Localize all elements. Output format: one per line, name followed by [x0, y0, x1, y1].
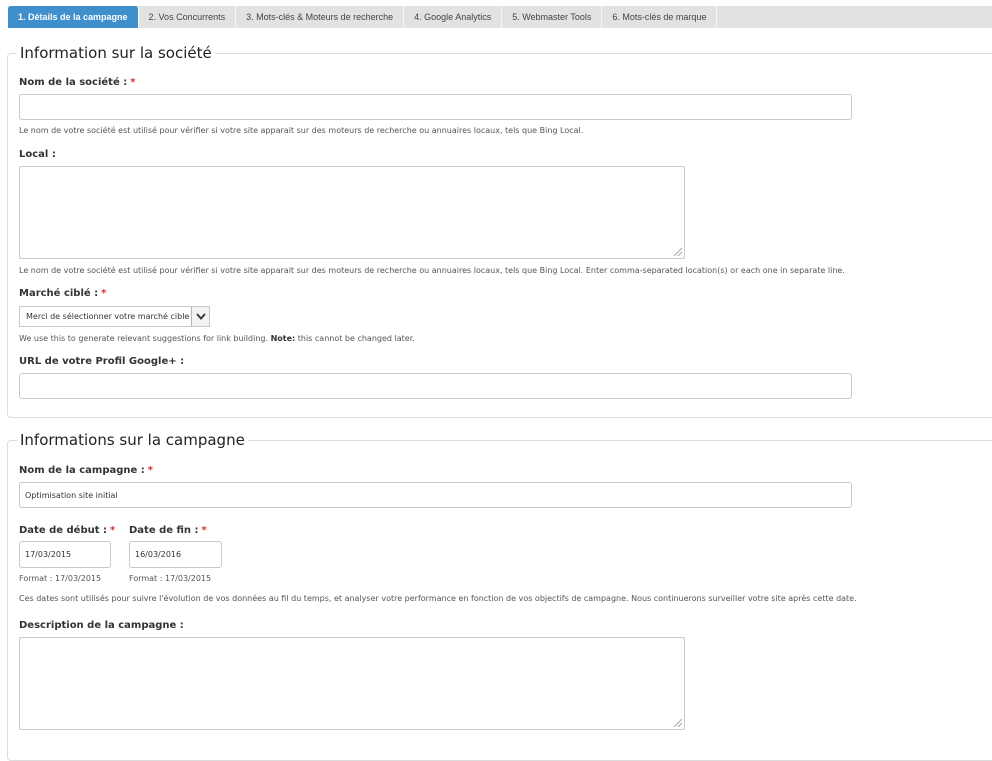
required-marker: * — [201, 525, 207, 536]
google-plus-url-input[interactable] — [19, 373, 852, 399]
required-marker: * — [101, 288, 107, 299]
local-textarea[interactable] — [19, 166, 685, 259]
tab-brand-keywords[interactable]: 6. Mots-clés de marque — [602, 6, 718, 28]
start-date-input[interactable]: 17/03/2015 — [19, 541, 111, 568]
select-toggle[interactable] — [191, 307, 209, 326]
dates-help: Ces dates sont utilisés pour suivre l'év… — [19, 594, 857, 603]
google-plus-label: URL de votre Profil Google+ : — [19, 356, 185, 367]
chevron-down-icon — [195, 313, 206, 320]
resize-grip-icon[interactable] — [674, 719, 682, 727]
market-label: Marché ciblé : * — [19, 288, 107, 299]
market-select-value: Merci de sélectionner votre marché cible — [26, 312, 190, 321]
end-date-format: Format : 17/03/2015 — [129, 574, 212, 583]
campaign-description-textarea[interactable] — [19, 637, 685, 730]
tab-competitors[interactable]: 2. Vos Concurrents — [139, 6, 237, 28]
local-label: Local : — [19, 149, 56, 160]
market-help: We use this to generate relevant suggest… — [19, 334, 415, 343]
campaign-description-label: Description de la campagne : — [19, 620, 184, 631]
local-help: Le nom de votre société est utilisé pour… — [19, 266, 845, 275]
tab-keywords-search-engines[interactable]: 3. Mots-clés & Moteurs de recherche — [236, 6, 405, 28]
required-marker: * — [147, 465, 153, 476]
company-name-label: Nom de la société : * — [19, 77, 136, 88]
tab-campaign-details[interactable]: 1. Détails de la campagne — [8, 6, 139, 28]
campaign-section-title: Informations sur la campagne — [20, 431, 245, 449]
required-marker: * — [130, 77, 136, 88]
start-date-label: Date de début : * — [19, 525, 116, 536]
market-select[interactable]: Merci de sélectionner votre marché cible — [19, 306, 210, 327]
end-date-label: Date de fin : * — [129, 525, 207, 536]
company-name-input[interactable] — [19, 94, 852, 120]
tab-google-analytics[interactable]: 4. Google Analytics — [404, 6, 503, 28]
campaign-name-label: Nom de la campagne : * — [19, 465, 153, 476]
company-name-help: Le nom de votre société est utilisé pour… — [19, 126, 584, 135]
campaign-name-input[interactable]: Optimisation site initial — [19, 482, 852, 508]
required-marker: * — [110, 525, 116, 536]
start-date-format: Format : 17/03/2015 — [19, 574, 102, 583]
tab-webmaster-tools[interactable]: 5. Webmaster Tools — [502, 6, 603, 28]
end-date-input[interactable]: 16/03/2016 — [129, 541, 222, 568]
wizard-tabs: 1. Détails de la campagne 2. Vos Concurr… — [8, 6, 992, 28]
company-section-title: Information sur la société — [20, 44, 212, 62]
resize-grip-icon[interactable] — [674, 248, 682, 256]
